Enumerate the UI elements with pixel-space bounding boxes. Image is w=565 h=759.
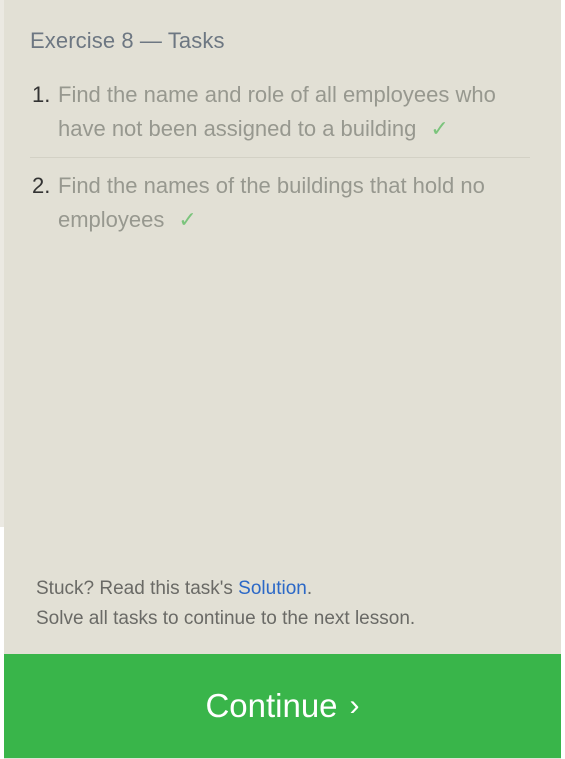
task-number: 2. bbox=[32, 173, 51, 198]
footer-help: Stuck? Read this task's Solution. Solve … bbox=[36, 574, 415, 634]
page-title: Exercise 8 — Tasks bbox=[30, 28, 225, 53]
task-text: Find the names of the buildings that hol… bbox=[58, 173, 485, 232]
continue-instruction: Solve all tasks to continue to the next … bbox=[36, 608, 416, 629]
stuck-suffix: . bbox=[306, 578, 313, 599]
chevron-right-icon: › bbox=[349, 689, 360, 722]
task-list: 1. Find the name and role of all employee… bbox=[30, 78, 530, 259]
checkmark-icon: ✓ bbox=[178, 207, 197, 232]
continue-label: Continue bbox=[205, 687, 338, 724]
task-number: 1. bbox=[32, 82, 51, 107]
stuck-line: Stuck? Read this task's Solution. bbox=[36, 574, 415, 604]
task-item-2: 2. Find the names of the buildings that h… bbox=[30, 169, 530, 248]
tasks-panel: Exercise 8 — Tasks 1. Find the name and r… bbox=[4, 0, 561, 759]
checkmark-icon: ✓ bbox=[430, 116, 449, 141]
stuck-prefix: Stuck? Read this task's bbox=[36, 578, 239, 599]
solution-link[interactable]: Solution bbox=[238, 578, 307, 599]
task-item-1: 1. Find the name and role of all employee… bbox=[30, 78, 530, 158]
continue-button[interactable]: Continue › bbox=[4, 654, 561, 758]
